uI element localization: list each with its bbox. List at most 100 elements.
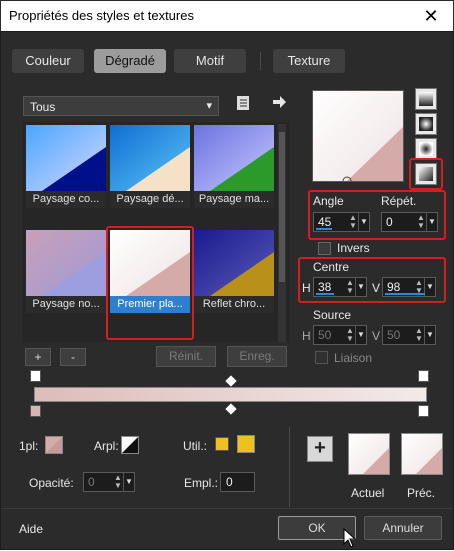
tab-motif[interactable]: Motif <box>174 49 246 73</box>
centre-v-label: V <box>372 281 381 295</box>
opacity-stop-left[interactable] <box>30 370 41 382</box>
current-label: Actuel <box>351 486 385 500</box>
source-v-input[interactable]: 50 ▲ ▼ ▼ <box>382 325 436 345</box>
opacity-input[interactable]: 0 ▲ ▼ ▼ <box>83 472 135 492</box>
cancel-button[interactable]: Annuler <box>364 516 442 540</box>
source-h-label: H <box>302 329 311 343</box>
gradient-label: Reflet chro... <box>194 296 274 313</box>
source-v-value: 50 <box>387 328 401 342</box>
source-label: Source <box>313 308 352 322</box>
centre-v-value: 98 <box>387 280 401 294</box>
previous-swatch[interactable] <box>401 433 443 475</box>
gradient-thumb-paysage-ma[interactable]: Paysage ma... <box>194 125 274 208</box>
stop-mode-swatch[interactable] <box>45 436 63 454</box>
linear-type-icon[interactable] <box>415 88 437 110</box>
chevron-down-icon: ▾ <box>206 100 212 112</box>
library-icon[interactable] <box>236 94 251 112</box>
angle-value: 45 <box>318 215 332 229</box>
tab-texture[interactable]: Texture <box>273 49 345 73</box>
opacity-label: Opacité: <box>29 476 74 490</box>
chevron-down-icon[interactable]: ▼ <box>355 278 366 296</box>
tab-separator <box>260 52 261 70</box>
chevron-down-icon[interactable]: ▼ <box>424 278 435 296</box>
gradient-thumb-paysage-no[interactable]: Paysage no... <box>26 230 106 313</box>
tab-degrade[interactable]: Dégradé <box>94 49 166 73</box>
type-highlight <box>409 158 443 190</box>
add-swatch-button[interactable]: + <box>307 436 333 462</box>
arrow-right-icon[interactable] <box>271 94 287 110</box>
source-h-input[interactable]: 50 ▲ ▼ ▼ <box>313 325 367 345</box>
dialog-body: Couleur Dégradé Motif Texture Tous ▾ Pay… <box>0 31 454 550</box>
chevron-down-icon[interactable]: ▼ <box>123 473 134 491</box>
selection-highlight <box>106 226 194 340</box>
angle-input[interactable]: 45 ▲ ▼ ▼ <box>313 212 370 232</box>
color-midpoint[interactable] <box>225 403 237 415</box>
title-bar: Propriétés des styles et textures ✕ <box>0 0 454 31</box>
category-select[interactable]: Tous ▾ <box>23 96 219 116</box>
repeat-value: 0 <box>386 215 393 229</box>
repeat-input[interactable]: 0 ▲ ▼ ▼ <box>381 212 438 232</box>
centre-h-label: H <box>302 281 311 295</box>
rectangular-type-icon[interactable] <box>415 113 437 135</box>
source-v-label: V <box>372 329 381 343</box>
opacity-value: 0 <box>88 475 95 489</box>
opacity-midpoint[interactable] <box>225 375 237 387</box>
opacity-stop-right[interactable] <box>418 370 429 382</box>
gradient-preview[interactable] <box>312 90 404 186</box>
arrow-stop-swatch[interactable] <box>121 436 139 454</box>
location-input[interactable]: 0 <box>220 472 255 492</box>
color-stop-left[interactable] <box>30 405 41 417</box>
add-gradient-button[interactable]: + <box>25 348 51 366</box>
location-label: Empl.: <box>184 476 219 490</box>
spin-arrows-icon[interactable]: ▲ ▼ <box>345 327 355 343</box>
centre-label: Centre <box>313 260 350 274</box>
cursor-icon <box>343 527 357 548</box>
spin-arrows-icon[interactable]: ▲ ▼ <box>348 214 358 230</box>
chevron-down-icon[interactable]: ▼ <box>424 326 435 344</box>
window-title: Propriétés des styles et textures <box>9 8 194 23</box>
tab-couleur[interactable]: Couleur <box>12 49 84 73</box>
category-value: Tous <box>30 100 56 114</box>
color-stop-right[interactable] <box>418 405 429 417</box>
chevron-down-icon[interactable]: ▼ <box>426 213 437 231</box>
centre-h-value: 38 <box>318 280 332 294</box>
link-checkbox[interactable] <box>315 351 328 364</box>
gradient-label: Paysage co... <box>26 191 106 208</box>
close-icon[interactable]: ✕ <box>417 4 445 28</box>
gradient-label: Paysage no... <box>26 296 106 313</box>
save-button[interactable]: Enreg. <box>227 346 287 367</box>
gradient-thumb-reflet-chro[interactable]: Reflet chro... <box>194 230 274 313</box>
chevron-down-icon[interactable]: ▼ <box>358 213 369 231</box>
util-swatch[interactable] <box>237 435 255 453</box>
angle-label: Angle <box>313 194 344 208</box>
centre-v-input[interactable]: 98 ▲ ▼ ▼ <box>382 277 436 297</box>
stop-mode-label: 1pl: <box>19 439 39 453</box>
gradient-thumb-paysage-co[interactable]: Paysage co... <box>26 125 106 208</box>
previous-label: Préc. <box>407 486 436 500</box>
spin-arrows-icon[interactable]: ▲ ▼ <box>113 474 123 490</box>
help-link[interactable]: Aide <box>19 522 43 536</box>
spin-arrows-icon[interactable]: ▲ ▼ <box>345 279 355 295</box>
spin-arrows-icon[interactable]: ▲ ▼ <box>416 214 426 230</box>
arrow-stop-label: Arpl: <box>94 439 119 453</box>
gradient-label: Paysage dé... <box>110 191 190 208</box>
gradient-label: Paysage ma... <box>194 191 274 208</box>
gradient-thumb-paysage-de[interactable]: Paysage dé... <box>110 125 190 208</box>
invert-checkbox[interactable] <box>318 242 331 255</box>
current-swatch[interactable] <box>348 433 390 475</box>
gallery-scrollbar[interactable] <box>278 124 286 342</box>
location-value: 0 <box>226 475 233 489</box>
util-swatch-small[interactable] <box>215 437 229 451</box>
util-label: Util.: <box>183 439 207 453</box>
centre-h-input[interactable]: 38 ▲ ▼ ▼ <box>313 277 367 297</box>
spin-arrows-icon[interactable]: ▲ ▼ <box>414 327 424 343</box>
repeat-label: Répét. <box>381 194 417 208</box>
invert-label: Invers <box>337 241 370 255</box>
link-label: Liaison <box>334 351 373 365</box>
chevron-down-icon[interactable]: ▼ <box>355 326 366 344</box>
sunburst-type-icon[interactable] <box>415 138 437 160</box>
remove-gradient-button[interactable]: - <box>60 348 86 366</box>
gradient-bar[interactable] <box>34 387 427 402</box>
reset-button[interactable]: Réinit. <box>156 346 216 367</box>
source-h-value: 50 <box>318 328 332 342</box>
